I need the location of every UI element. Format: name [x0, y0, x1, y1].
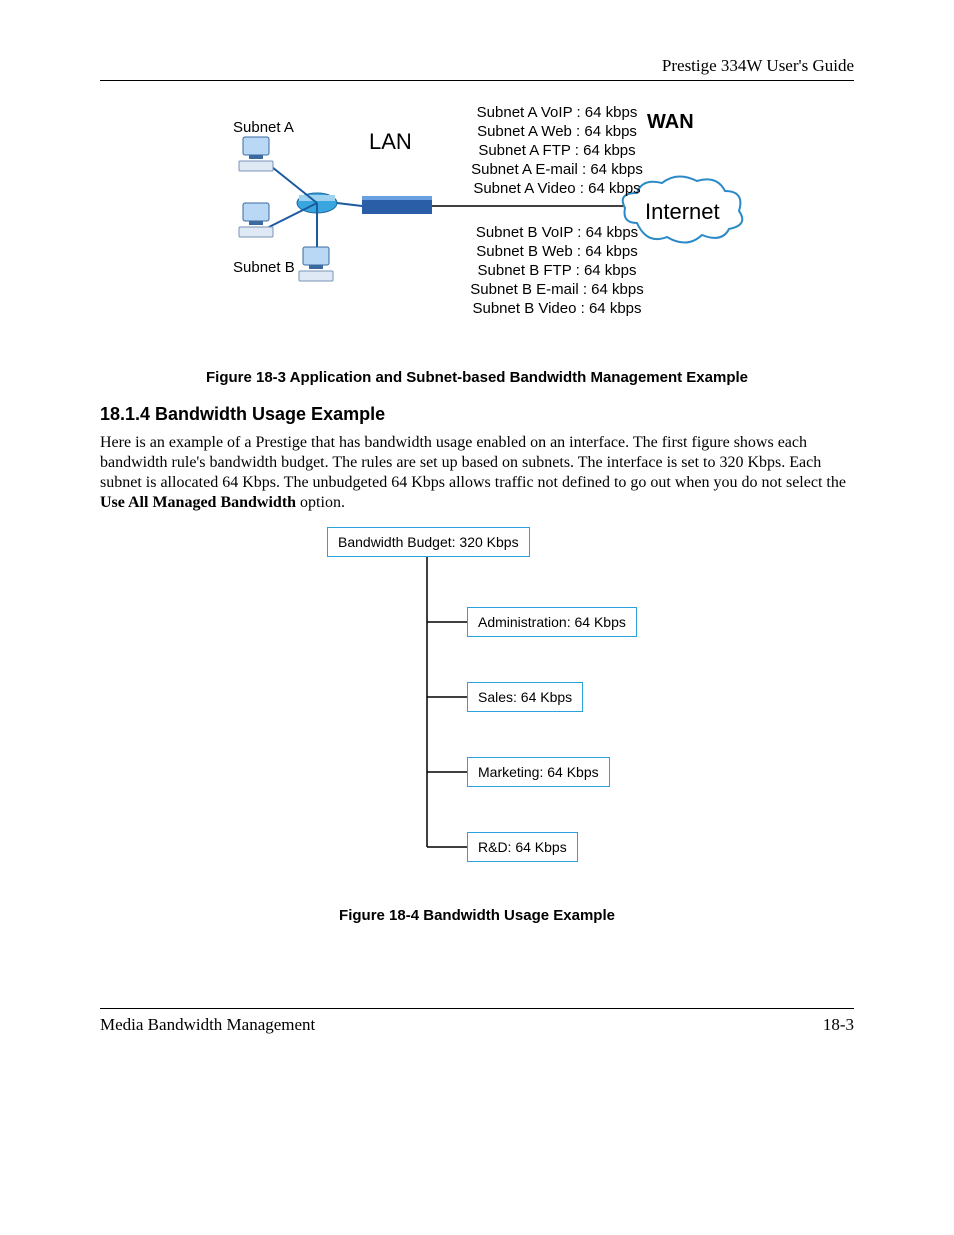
- subnet-b-label: Subnet B: [233, 259, 295, 276]
- footer-section-title: Media Bandwidth Management: [100, 1015, 315, 1035]
- subnet-a-list: Subnet A VoIP : 64 kbps Subnet A Web : 6…: [467, 103, 647, 198]
- bandwidth-node-box: Marketing: 64 Kbps: [467, 757, 610, 787]
- page-footer: Media Bandwidth Management 18-3: [100, 1008, 854, 1035]
- footer-page-number: 18-3: [823, 1015, 854, 1035]
- pc-icon: [237, 201, 277, 243]
- pc-icon: [237, 135, 277, 177]
- bandwidth-root-box: Bandwidth Budget: 320 Kbps: [327, 527, 530, 557]
- paragraph-text: option.: [296, 494, 345, 511]
- pc-icon: [297, 245, 337, 287]
- footer-rule: [100, 1008, 854, 1009]
- section-heading: 18.1.4 Bandwidth Usage Example: [100, 404, 854, 425]
- section-paragraph: Here is an example of a Prestige that ha…: [100, 433, 854, 513]
- subnet-b-list: Subnet B VoIP : 64 kbps Subnet B Web : 6…: [467, 223, 647, 318]
- list-item: Subnet A E-mail : 64 kbps: [467, 160, 647, 179]
- document-page: Prestige 334W User's Guide: [0, 0, 954, 1235]
- bandwidth-node-box: Sales: 64 Kbps: [467, 682, 583, 712]
- list-item: Subnet A VoIP : 64 kbps: [467, 103, 647, 122]
- list-item: Subnet A Web : 64 kbps: [467, 122, 647, 141]
- bandwidth-node-box: Administration: 64 Kbps: [467, 607, 637, 637]
- figure-18-4-caption: Figure 18-4 Bandwidth Usage Example: [100, 907, 854, 924]
- list-item: Subnet B FTP : 64 kbps: [467, 261, 647, 280]
- paragraph-text: Here is an example of a Prestige that ha…: [100, 434, 846, 491]
- figure-18-3: Subnet A Subnet B LAN WAN Internet Subne…: [197, 103, 757, 363]
- list-item: Subnet B Web : 64 kbps: [467, 242, 647, 261]
- list-item: Subnet B E-mail : 64 kbps: [467, 280, 647, 299]
- internet-label: Internet: [645, 199, 720, 225]
- list-item: Subnet A FTP : 64 kbps: [467, 141, 647, 160]
- figure-18-4: Bandwidth Budget: 320 Kbps Administratio…: [327, 527, 627, 897]
- list-item: Subnet B VoIP : 64 kbps: [467, 223, 647, 242]
- list-item: Subnet A Video : 64 kbps: [467, 179, 647, 198]
- bold-phrase: Use All Managed Bandwidth: [100, 494, 296, 511]
- lan-label: LAN: [369, 129, 412, 155]
- header-rule: [100, 80, 854, 81]
- page-header: Prestige 334W User's Guide: [100, 56, 854, 76]
- list-item: Subnet B Video : 64 kbps: [467, 299, 647, 318]
- bandwidth-node-box: R&D: 64 Kbps: [467, 832, 578, 862]
- wan-label: WAN: [647, 111, 694, 134]
- subnet-a-label: Subnet A: [233, 119, 294, 136]
- figure-18-3-caption: Figure 18-3 Application and Subnet-based…: [100, 369, 854, 386]
